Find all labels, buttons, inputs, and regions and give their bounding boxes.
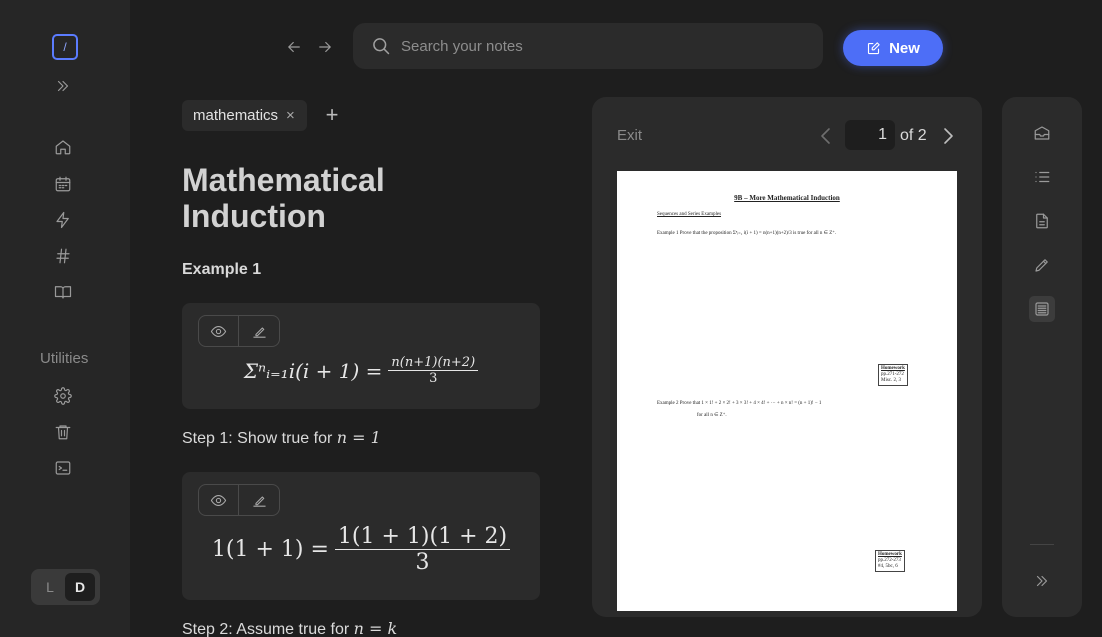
search-input[interactable]	[401, 37, 781, 55]
step-text: Step 2: Assume true for	[182, 621, 354, 637]
page-total: of 2	[900, 127, 927, 144]
expand-sidebar-icon[interactable]	[53, 76, 73, 96]
theme-dark-option[interactable]: D	[65, 573, 95, 601]
pdf-page[interactable]: 9B – More Mathematical Induction Sequenc…	[617, 171, 957, 611]
gear-icon[interactable]	[53, 386, 73, 406]
prev-page-icon[interactable]	[818, 127, 834, 145]
step-math: n = k	[353, 619, 398, 637]
math-block[interactable]: 1(1 + 1) = 1(1 + 1)(1 + 2) 3	[182, 472, 540, 600]
math-block-toolbar	[198, 315, 280, 347]
formula-numerator: n(n+1)(n+2)	[388, 355, 479, 371]
formula-numerator: 1(1 + 1)(1 + 2)	[334, 524, 511, 550]
pdf-view-icon[interactable]	[1029, 296, 1055, 322]
sidebar: / Utilities L D	[0, 0, 130, 637]
eye-icon	[210, 494, 227, 506]
pdf-doc-subtitle: Sequences and Series Examples	[657, 212, 722, 217]
pdf-example-2-cont: for all n ∈ Z⁺.	[697, 413, 727, 418]
new-button-label: New	[889, 39, 920, 57]
app-logo[interactable]: /	[52, 34, 78, 60]
preview-toggle[interactable]	[198, 484, 239, 516]
pdf-viewer: Exit of 2 9B – More Mathematical Inducti…	[592, 97, 982, 617]
utilities-label: Utilities	[40, 350, 89, 367]
step-line[interactable]: Step 2: Assume true for n = k	[182, 619, 397, 637]
back-arrow-icon[interactable]	[285, 38, 303, 56]
edit-toggle[interactable]	[239, 484, 280, 516]
search-bar[interactable]	[353, 23, 823, 69]
step-text: Step 1: Show true for	[182, 430, 337, 447]
lightning-icon[interactable]	[53, 210, 73, 230]
theme-light-option[interactable]: L	[35, 573, 65, 601]
edit-icon	[252, 326, 266, 338]
step-math: n = 1	[336, 428, 381, 447]
math-block[interactable]: Σⁿᵢ₌₁i(i + 1) = n(n+1)(n+2) 3	[182, 303, 540, 409]
collapse-panel-icon[interactable]	[1031, 570, 1053, 592]
home-icon[interactable]	[53, 137, 73, 157]
app-window: / Utilities L D Search your notes New ma…	[0, 0, 1102, 637]
search-icon	[373, 38, 390, 55]
formula-fraction: 1(1 + 1)(1 + 2) 3	[334, 524, 511, 575]
toolbar-divider	[1030, 544, 1054, 545]
next-page-icon[interactable]	[940, 127, 956, 145]
list-icon[interactable]	[1031, 166, 1053, 188]
theme-toggle[interactable]: L D	[31, 569, 100, 605]
note-heading[interactable]: Example 1	[182, 261, 261, 279]
hashtag-icon[interactable]	[53, 246, 73, 266]
page-number-input[interactable]	[845, 120, 895, 150]
pdf-example-1: Example 1 Prove that the proposition Σⁿᵢ…	[657, 231, 837, 236]
note-title[interactable]: Mathematical Induction	[182, 162, 482, 234]
homework-line: Misc. 2, 3	[881, 378, 901, 383]
formula-lhs: Σⁿᵢ₌₁i(i + 1) =	[243, 358, 383, 383]
tag-label: mathematics	[193, 107, 279, 124]
pdf-homework-box: Homework pp.271-272 Misc. 2, 3	[878, 364, 908, 386]
preview-toggle[interactable]	[198, 315, 239, 347]
formula-fraction: n(n+1)(n+2) 3	[388, 355, 479, 386]
pencil-icon[interactable]	[1031, 254, 1053, 276]
math-block-toolbar	[198, 484, 280, 516]
formula-lhs: 1(1 + 1) =	[211, 537, 329, 562]
book-icon[interactable]	[53, 282, 73, 302]
right-toolbar	[1002, 97, 1082, 617]
forward-arrow-icon[interactable]	[316, 38, 334, 56]
new-note-button[interactable]: New	[843, 30, 943, 66]
terminal-icon[interactable]	[53, 458, 73, 478]
step-line[interactable]: Step 1: Show true for n = 1	[182, 428, 381, 448]
eye-icon	[210, 325, 227, 337]
edit-toggle[interactable]	[239, 315, 280, 347]
open-folder-icon[interactable]	[1031, 122, 1053, 144]
pdf-exit-button[interactable]: Exit	[617, 127, 642, 144]
formula-denominator: 3	[415, 550, 430, 575]
document-icon[interactable]	[1031, 210, 1053, 232]
calendar-icon[interactable]	[53, 174, 73, 194]
trash-icon[interactable]	[53, 422, 73, 442]
formula-display: 1(1 + 1) = 1(1 + 1)(1 + 2) 3	[182, 524, 540, 575]
formula-display: Σⁿᵢ₌₁i(i + 1) = n(n+1)(n+2) 3	[182, 355, 540, 386]
pdf-homework-box: Homework pp.272-273 #4, 5bc, 6	[875, 550, 905, 572]
logo-glyph: /	[63, 40, 67, 54]
add-tag-button[interactable]: +	[322, 104, 342, 126]
pdf-doc-title: 9B – More Mathematical Induction	[734, 194, 840, 202]
tag-chip[interactable]: mathematics ×	[182, 100, 307, 131]
new-note-icon	[868, 41, 880, 54]
tag-remove-icon[interactable]: ×	[286, 107, 295, 124]
formula-denominator: 3	[429, 371, 438, 386]
pdf-example-2: Example 2 Prove that 1 × 1! + 2 × 2! + 3…	[657, 401, 822, 406]
homework-line: #4, 5bc, 6	[878, 564, 898, 569]
edit-icon	[252, 495, 266, 507]
